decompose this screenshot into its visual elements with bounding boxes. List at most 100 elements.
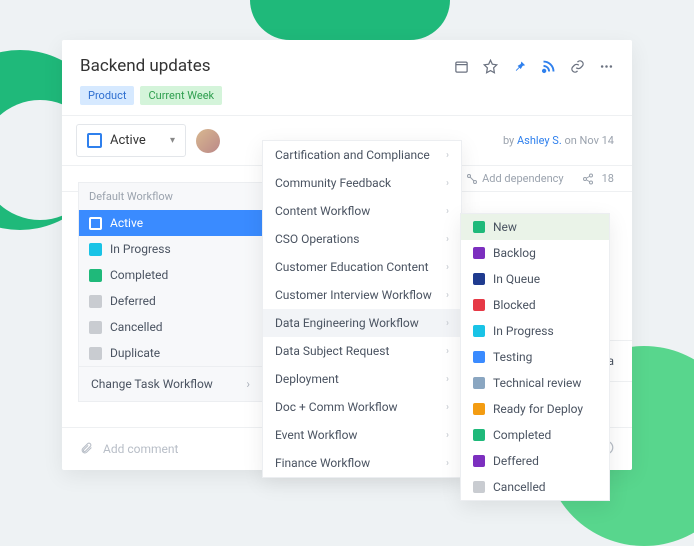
author-name[interactable]: Ashley S.: [517, 134, 562, 147]
workflow-status-item[interactable]: In Progress: [79, 236, 262, 262]
workflow-menu-item[interactable]: CSO Operations ›: [263, 225, 461, 253]
rss-icon[interactable]: [541, 59, 556, 74]
status-menu-item[interactable]: Deffered: [461, 448, 609, 474]
status-menu-item[interactable]: Blocked: [461, 292, 609, 318]
chevron-right-icon: ›: [446, 430, 449, 441]
status-picker-menu: New Backlog In Queue Blocked In Progress Test…: [460, 213, 610, 501]
workflow-menu-item[interactable]: Finance Workflow ›: [263, 449, 461, 477]
workflow-menu-label: Data Subject Request: [275, 344, 389, 358]
workflow-menu-item[interactable]: Doc + Comm Workflow ›: [263, 393, 461, 421]
chevron-right-icon: ›: [446, 150, 449, 161]
status-swatch: [473, 325, 485, 337]
status-label: Active: [110, 133, 146, 148]
chevron-right-icon: ›: [446, 374, 449, 385]
status-item-label: Deferred: [110, 294, 156, 308]
status-menu-label: Completed: [493, 428, 551, 442]
chevron-right-icon: ›: [446, 458, 449, 469]
change-workflow-button[interactable]: Change Task Workflow ›: [79, 366, 262, 401]
workflow-menu-item[interactable]: Community Feedback›: [263, 169, 461, 197]
workflow-status-item[interactable]: Active: [79, 210, 262, 236]
status-item-label: In Progress: [110, 242, 171, 256]
author-avatar[interactable]: [196, 129, 220, 153]
workflow-menu-label: Event Workflow: [275, 428, 357, 442]
status-menu-item[interactable]: In Queue: [461, 266, 609, 292]
workflow-menu-item[interactable]: Customer Interview Workflow›: [263, 281, 461, 309]
status-checkbox-icon: [87, 133, 102, 148]
status-menu-item[interactable]: Technical review: [461, 370, 609, 396]
status-menu-label: Cancelled: [493, 480, 546, 494]
status-item-label: Completed: [110, 268, 168, 282]
pin-icon[interactable]: [512, 59, 527, 74]
status-menu-label: Backlog: [493, 246, 536, 260]
more-icon[interactable]: [599, 59, 614, 74]
byline: by Ashley S. on Nov 14: [503, 134, 632, 147]
status-item-label: Active: [110, 216, 143, 230]
workflow-menu-label: Customer Education Content: [275, 260, 429, 274]
chevron-right-icon: ›: [246, 377, 250, 391]
status-dropdown[interactable]: Active ▾: [76, 124, 186, 157]
workflow-status-item[interactable]: Completed: [79, 262, 262, 288]
workflow-menu-item[interactable]: Content Workflow›: [263, 197, 461, 225]
add-dependency-button[interactable]: Add dependency: [466, 172, 564, 185]
workflow-menu-label: Data Engineering Workflow: [275, 316, 419, 330]
workflow-menu-label: Cartification and Compliance: [275, 148, 430, 162]
status-swatch: [89, 347, 102, 360]
status-swatch: [89, 295, 102, 308]
chevron-right-icon: ›: [446, 402, 449, 413]
workflow-menu-item[interactable]: Customer Education Content›: [263, 253, 461, 281]
chevron-right-icon: ›: [446, 234, 449, 245]
status-swatch: [473, 221, 485, 233]
attachment-icon[interactable]: [80, 441, 93, 457]
status-menu-item[interactable]: In Progress: [461, 318, 609, 344]
status-swatch: [473, 455, 485, 467]
workflow-menu-item[interactable]: Cartification and Compliance ›: [263, 141, 461, 169]
status-menu-item[interactable]: Completed: [461, 422, 609, 448]
status-menu-item[interactable]: New: [461, 214, 609, 240]
status-swatch: [473, 247, 485, 259]
status-menu-item[interactable]: Ready for Deploy: [461, 396, 609, 422]
star-icon[interactable]: [483, 59, 498, 74]
workflow-menu-label: Doc + Comm Workflow: [275, 400, 398, 414]
workflow-menu-label: CSO Operations: [275, 232, 359, 246]
status-menu-item[interactable]: Cancelled: [461, 474, 609, 500]
workflow-menu-item[interactable]: Deployment ›: [263, 365, 461, 393]
tag-current-week[interactable]: Current Week: [140, 86, 222, 105]
comment-input[interactable]: Add comment: [103, 442, 178, 456]
workflow-menu-label: Customer Interview Workflow: [275, 288, 432, 302]
status-menu-label: Ready for Deploy: [493, 402, 583, 416]
workflow-panel: Default Workflow Active In Progress Comple…: [78, 182, 263, 402]
workflow-menu-label: Content Workflow: [275, 204, 370, 218]
task-card: Backend updates Product Current Week Act…: [62, 40, 632, 470]
workflow-menu-item[interactable]: Event Workflow ›: [263, 421, 461, 449]
workflow-menu-item[interactable]: Data Subject Request ›: [263, 337, 461, 365]
card-header: Backend updates Product Current Week: [62, 40, 632, 115]
share-button[interactable]: 18: [582, 172, 614, 185]
status-menu-label: In Progress: [493, 324, 554, 338]
status-menu-label: In Queue: [493, 272, 540, 286]
calendar-icon[interactable]: [454, 59, 469, 74]
workflow-menu-label: Community Feedback: [275, 176, 391, 190]
workflow-menu-label: Finance Workflow: [275, 456, 370, 470]
status-swatch: [89, 217, 102, 230]
status-menu-label: Technical review: [493, 376, 581, 390]
status-item-label: Duplicate: [110, 346, 160, 360]
tag-product[interactable]: Product: [80, 86, 134, 105]
workflow-panel-title: Default Workflow: [79, 183, 262, 210]
workflow-menu-item[interactable]: Data Engineering Workflow›: [263, 309, 461, 337]
link-icon[interactable]: [570, 59, 585, 74]
workflow-status-item[interactable]: Duplicate: [79, 340, 262, 366]
status-swatch: [473, 429, 485, 441]
workflow-status-item[interactable]: Cancelled: [79, 314, 262, 340]
workflow-menu-label: Deployment: [275, 372, 339, 386]
change-workflow-label: Change Task Workflow: [91, 377, 213, 391]
status-menu-label: New: [493, 220, 517, 234]
status-menu-item[interactable]: Testing: [461, 344, 609, 370]
status-swatch: [473, 299, 485, 311]
chevron-down-icon: ▾: [170, 135, 175, 146]
status-swatch: [89, 243, 102, 256]
workflow-status-item[interactable]: Deferred: [79, 288, 262, 314]
status-swatch: [473, 377, 485, 389]
status-swatch: [89, 321, 102, 334]
status-menu-item[interactable]: Backlog: [461, 240, 609, 266]
chevron-right-icon: ›: [446, 346, 449, 357]
